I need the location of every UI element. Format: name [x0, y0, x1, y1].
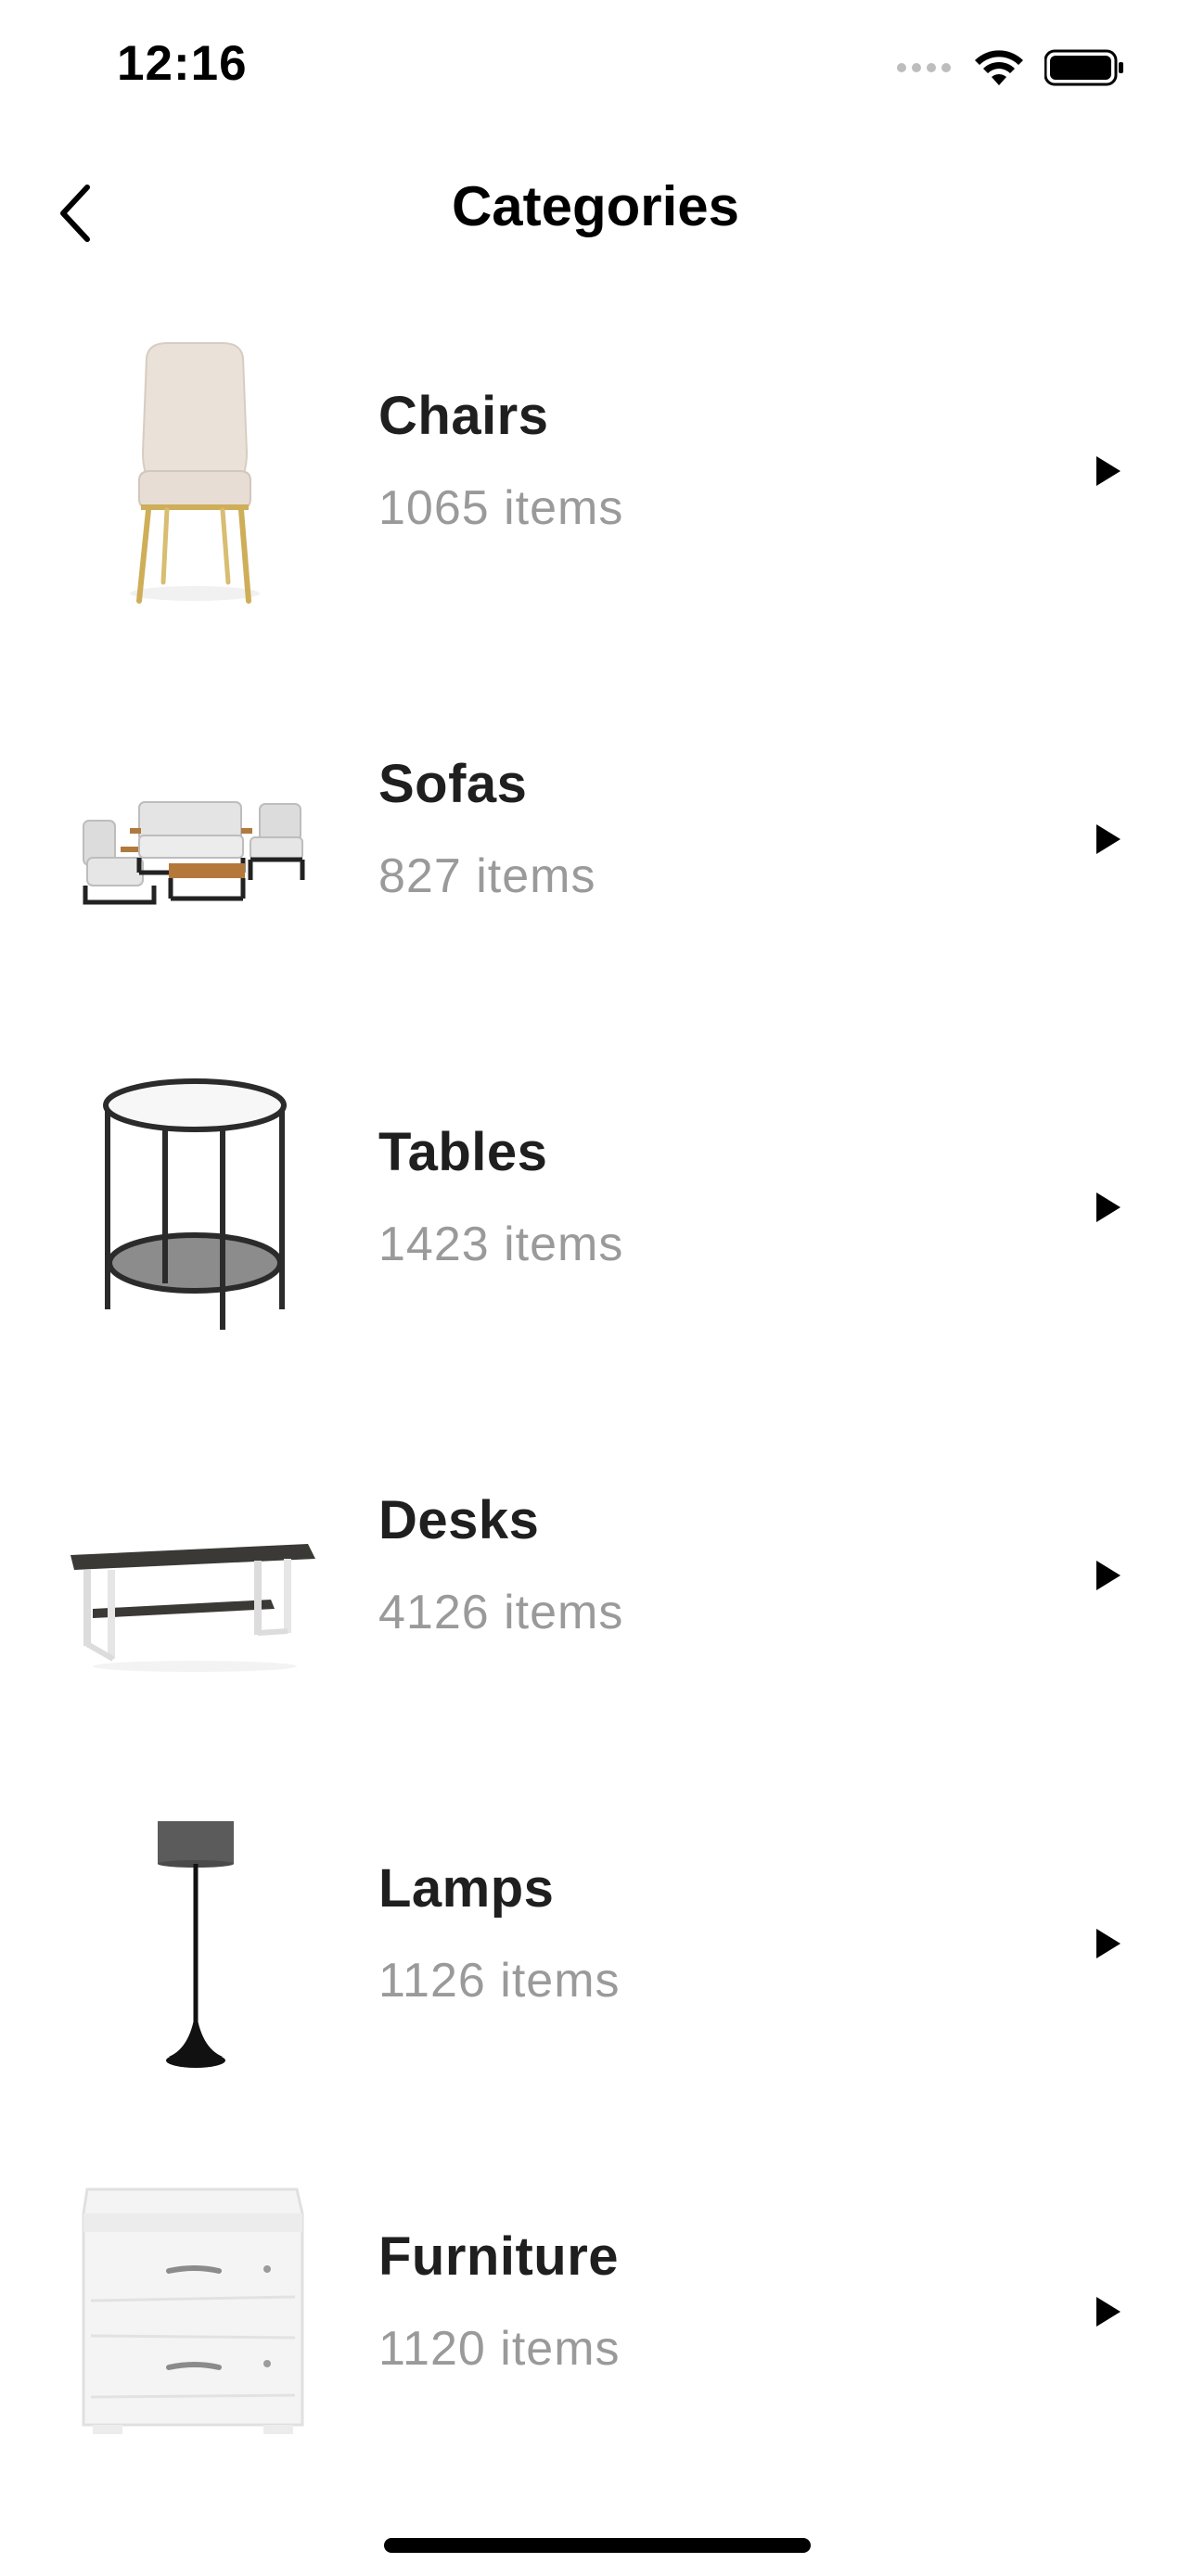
category-row-desks[interactable]: Desks 4126 items — [0, 1392, 1191, 1760]
category-count: 4126 items — [378, 1586, 624, 1639]
category-name: Tables — [378, 1122, 548, 1182]
home-indicator[interactable] — [384, 2538, 811, 2553]
category-count: 827 items — [378, 849, 596, 903]
category-row-lamps[interactable]: Lamps 1126 items — [0, 1760, 1191, 2128]
category-row-tables[interactable]: Tables 1423 items — [0, 1024, 1191, 1392]
side-table-icon — [65, 1068, 325, 1346]
category-row-furniture[interactable]: Furniture 1120 items — [0, 2128, 1191, 2496]
category-count: 1423 items — [378, 1218, 624, 1271]
category-count: 1120 items — [378, 2322, 621, 2376]
category-name: Chairs — [378, 386, 549, 446]
category-name: Furniture — [378, 2226, 620, 2287]
page-title: Categories — [451, 175, 740, 237]
category-count: 1126 items — [378, 1954, 621, 2008]
disclosure-arrow-icon — [1096, 2297, 1121, 2327]
navigation-bar: Categories — [0, 148, 1191, 269]
chair-icon — [65, 332, 325, 610]
disclosure-arrow-icon — [1096, 1192, 1121, 1222]
category-list: Chairs 1065 items Sofas 827 items Tables… — [0, 287, 1191, 2496]
floor-lamp-icon — [65, 1804, 325, 2083]
status-time: 12:16 — [117, 36, 248, 91]
disclosure-arrow-icon — [1096, 1929, 1121, 1958]
wifi-icon — [975, 50, 1023, 85]
category-count: 1065 items — [378, 481, 624, 535]
status-bar: 12:16 — [0, 0, 1191, 139]
category-name: Sofas — [378, 754, 528, 814]
sofa-set-icon — [65, 700, 325, 978]
battery-icon — [1044, 49, 1123, 86]
nightstand-icon — [65, 2173, 325, 2451]
category-name: Lamps — [378, 1858, 555, 1919]
disclosure-arrow-icon — [1096, 824, 1121, 854]
status-icons — [896, 45, 1124, 91]
category-row-chairs[interactable]: Chairs 1065 items — [0, 287, 1191, 656]
category-name: Desks — [378, 1490, 540, 1550]
cellular-signal-icon — [897, 63, 951, 72]
desk-icon — [65, 1436, 325, 1715]
category-row-sofas[interactable]: Sofas 827 items — [0, 656, 1191, 1024]
disclosure-arrow-icon — [1096, 456, 1121, 486]
disclosure-arrow-icon — [1096, 1561, 1121, 1590]
